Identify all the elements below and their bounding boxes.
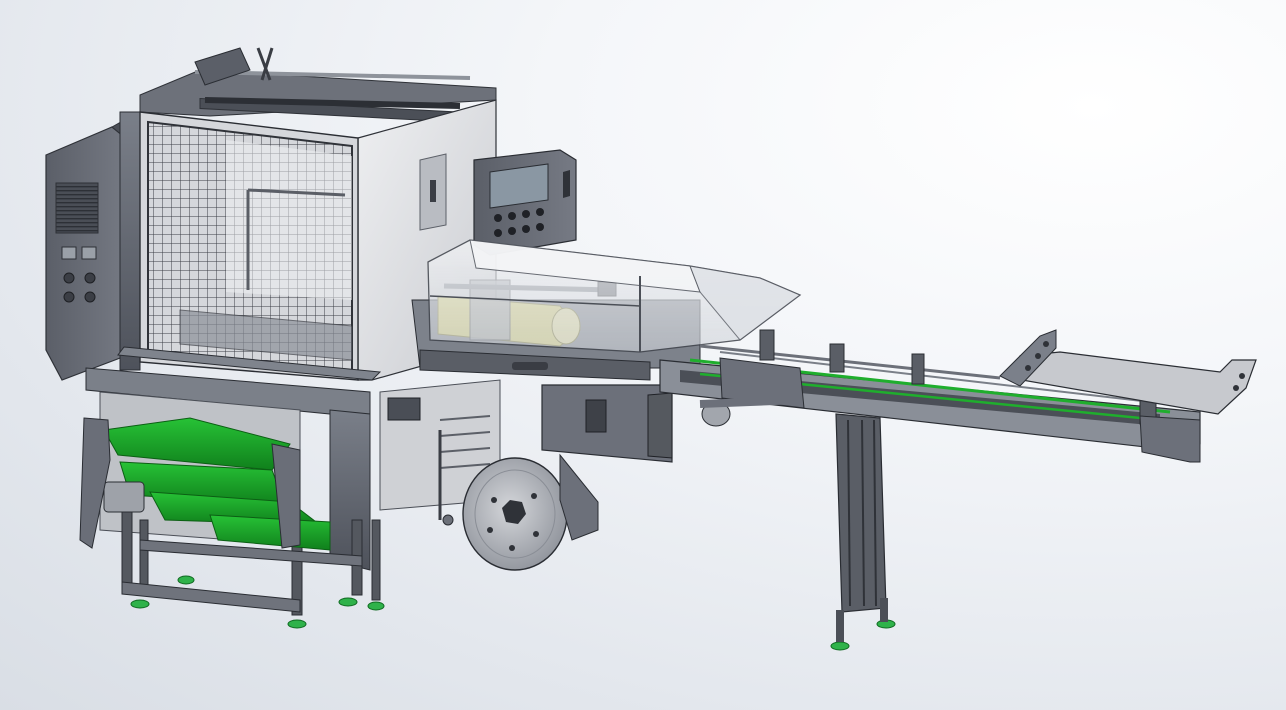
- hmi-screen: [489, 163, 549, 209]
- hmi-panel: [473, 149, 577, 256]
- machine-render: [45, 47, 1257, 651]
- outfeed-conveyor: [659, 329, 1257, 651]
- sealing-tunnel: [411, 239, 802, 381]
- film-reel: [462, 457, 568, 571]
- cad-viewport: [0, 0, 1286, 710]
- motor: [103, 481, 145, 513]
- vent-grille: [55, 182, 99, 234]
- center-mechanism: [379, 379, 673, 571]
- infeed-stand: [79, 367, 385, 629]
